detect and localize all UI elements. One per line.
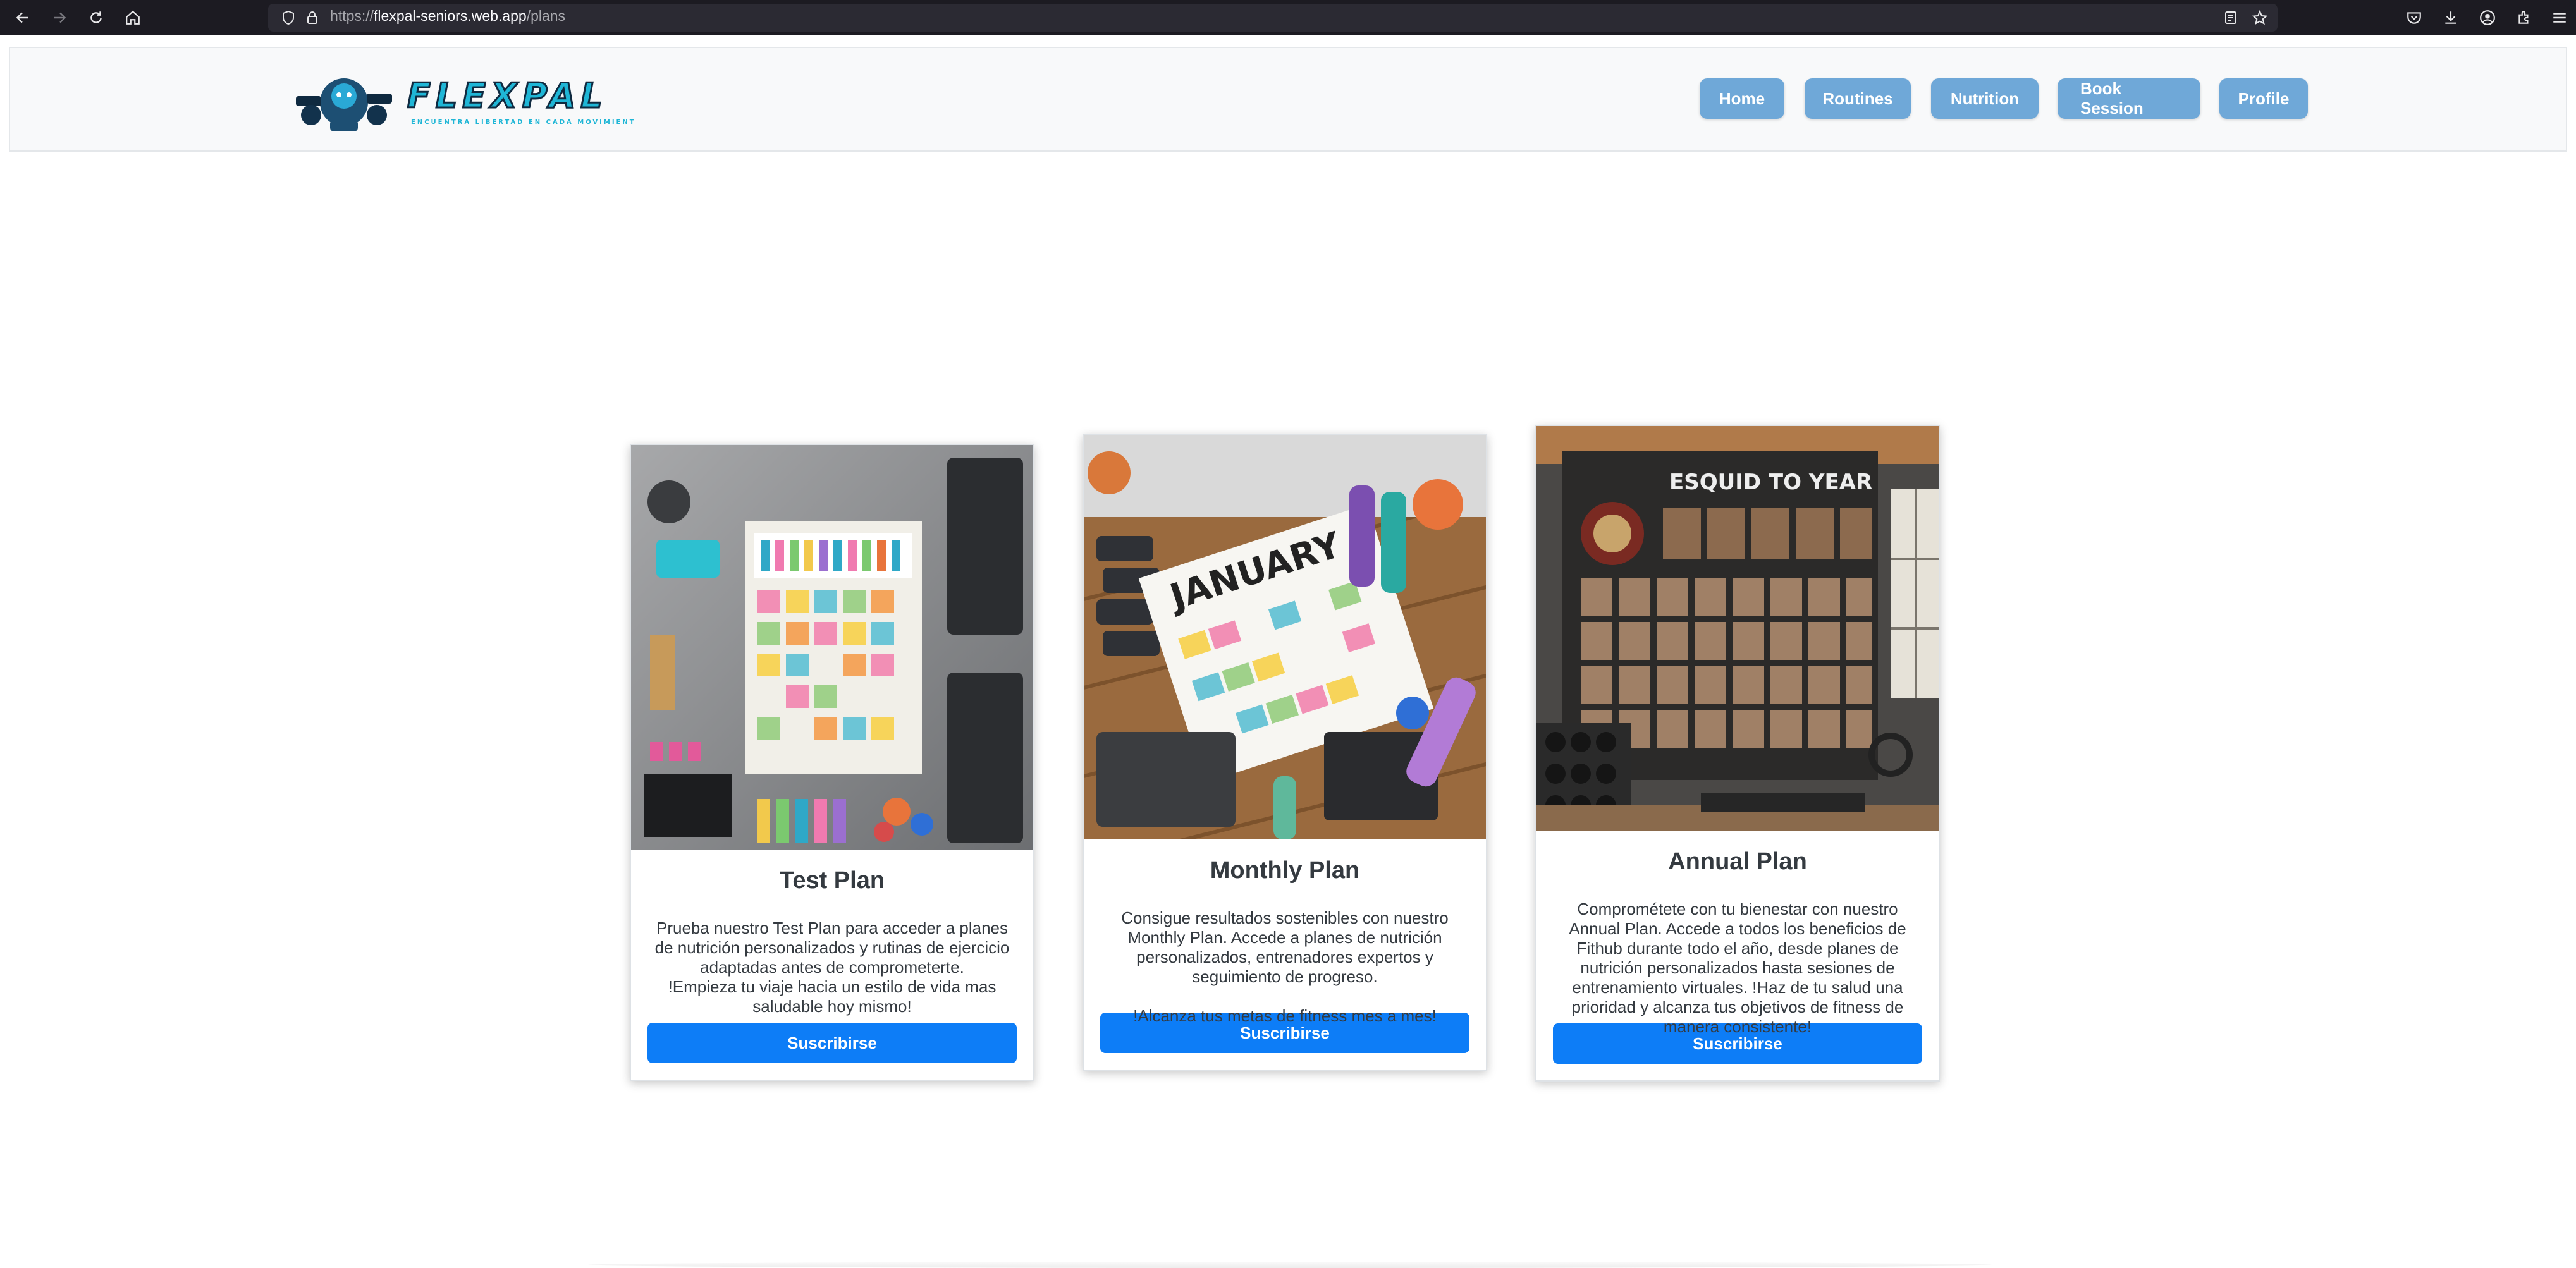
nav-profile-button[interactable]: Profile	[2219, 78, 2308, 119]
extensions-icon[interactable]	[2515, 9, 2533, 27]
annual-image-caption: ESQUID TO YEAR	[1669, 470, 1872, 495]
monthly-plan-image: JANUARY	[1084, 435, 1486, 839]
plan-title: Test Plan	[779, 867, 885, 894]
plan-description: Consigue resultados sostenibles con nues…	[1121, 908, 1449, 1025]
nav-home-button[interactable]: Home	[1700, 78, 1784, 119]
footer-shadow	[588, 1262, 1992, 1268]
plan-title: Annual Plan	[1668, 848, 1807, 875]
star-icon[interactable]	[2251, 9, 2269, 27]
lock-icon	[304, 9, 321, 27]
back-icon[interactable]	[14, 9, 32, 27]
nav-routines-button[interactable]: Routines	[1805, 78, 1911, 119]
plan-description: Comprométete con tu bienestar con nuestr…	[1569, 899, 1906, 1036]
home-icon[interactable]	[124, 9, 142, 27]
logo-tagline: ENCUENTRA LIBERTAD EN CADA MOVIMIENTO	[411, 119, 635, 126]
plan-card-test: Test Plan Prueba nuestro Test Plan para …	[630, 444, 1034, 1081]
download-icon[interactable]	[2442, 9, 2460, 27]
shield-icon[interactable]	[279, 9, 297, 27]
forward-icon[interactable]	[51, 9, 68, 27]
plan-title: Monthly Plan	[1210, 857, 1360, 884]
site-header: FLEXPAL ENCUENTRA LIBERTAD EN CADA MOVIM…	[9, 47, 2567, 152]
pocket-icon[interactable]	[2405, 9, 2423, 27]
address-bar[interactable]	[268, 4, 2278, 32]
plan-card-monthly: JANUARY Monthly Plan Consigue resultados…	[1083, 434, 1487, 1071]
menu-icon[interactable]	[2551, 9, 2568, 27]
test-plan-image	[631, 445, 1033, 850]
flexpal-logo[interactable]: FLEXPAL ENCUENTRA LIBERTAD EN CADA MOVIM…	[293, 67, 641, 137]
reader-icon[interactable]	[2222, 9, 2240, 27]
browser-toolbar: https://flexpal-seniors.web.app/plans	[0, 0, 2576, 35]
account-icon[interactable]	[2479, 9, 2496, 27]
nav-nutrition-button[interactable]: Nutrition	[1931, 78, 2039, 119]
logo-text: FLEXPAL	[407, 76, 608, 116]
nav-book-session-button[interactable]: Book Session	[2058, 78, 2200, 119]
annual-plan-image: ESQUID TO YEAR	[1536, 426, 1939, 831]
plan-description: Prueba nuestro Test Plan para acceder a …	[654, 918, 1010, 1016]
plan-card-annual: ESQUID TO YEAR Annual Plan Comprométete …	[1535, 425, 1940, 1082]
reload-icon[interactable]	[87, 9, 105, 27]
subscribe-button[interactable]: Suscribirse	[647, 1023, 1017, 1063]
url-text: https://flexpal-seniors.web.app/plans	[330, 8, 566, 24]
